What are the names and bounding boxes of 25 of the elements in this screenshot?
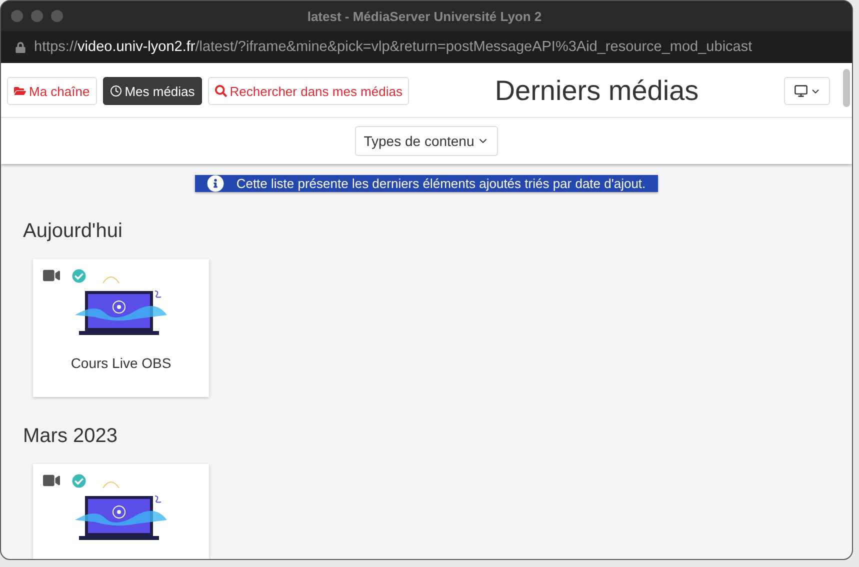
scrollbar-thumb[interactable] — [843, 69, 850, 107]
nav-button[interactable]: Ma chaîne — [7, 77, 97, 105]
nav-button[interactable]: Mes médias — [102, 77, 202, 105]
info-icon — [207, 175, 224, 192]
folder-icon — [14, 85, 26, 97]
display-mode-button[interactable] — [784, 77, 830, 105]
search-icon — [214, 85, 227, 97]
media-title: Cours Live OBS — [70, 355, 172, 371]
media-card[interactable]: Cours Live OBS — [33, 259, 209, 397]
window-control[interactable] — [11, 10, 23, 22]
clock-icon — [110, 85, 122, 97]
section-heading: Aujourd'hui — [23, 220, 124, 243]
address-bar[interactable]: https://video.univ-lyon2.fr/latest/?iframe&mine&pick=vlp&return=postMessageAPI%3Aid_resource_mod_ubicast — [34, 39, 752, 55]
video-camera-icon — [43, 267, 60, 284]
lock-icon — [15, 42, 26, 52]
window-title: latest - MédiaServer Université Lyon 2 — [307, 8, 543, 24]
section-heading: Mars 2023 — [23, 425, 118, 448]
window-control[interactable] — [31, 10, 43, 22]
nav-button[interactable]: Rechercher dans mes médias — [208, 77, 410, 105]
info-text: Cette liste présente les derniers éléments ajoutés triés par date d'ajout. — [236, 176, 646, 191]
monitor-icon — [794, 84, 808, 98]
window-control[interactable] — [51, 10, 63, 22]
page-title: Derniers médias — [494, 75, 700, 107]
video-camera-icon — [43, 472, 60, 489]
content-type-dropdown[interactable]: Types de contenu — [354, 126, 498, 156]
